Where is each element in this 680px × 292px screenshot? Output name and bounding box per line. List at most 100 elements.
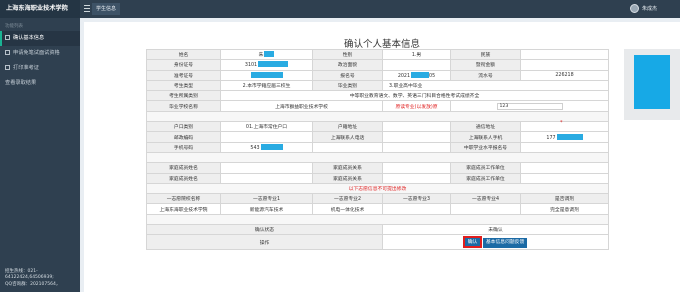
notice: 以下志愿信息不可提出修改 xyxy=(146,182,609,195)
table-row: 邮政编码 上海联系人电话 上海联系人手机 177 xyxy=(146,131,609,143)
table-row: 操作 确认 基本信息问题反馈 xyxy=(146,234,609,251)
mobile-label: 上海联系人手机 xyxy=(450,131,521,143)
cell-text: 543 xyxy=(250,145,260,151)
redaction-mask xyxy=(251,71,283,78)
vol-value: 机电一体化技术 xyxy=(312,203,383,215)
spacer-row xyxy=(146,151,609,164)
report-problem-button[interactable]: 基本信息问题反馈 xyxy=(482,237,528,248)
sidebar-item-label: 申请免笔试面试资格 xyxy=(13,50,60,56)
table-row: 毕业学校名称 上海市群益职业技术学校 原读专业(以发放)原 123 xyxy=(146,100,609,112)
vol-value: 新能源汽车技术 xyxy=(220,203,313,215)
political-label: 政治面貌 xyxy=(312,59,383,71)
name-text: 朱 xyxy=(258,53,264,59)
family2-unit-label: 家庭成员工作单位 xyxy=(450,172,521,184)
top-bar: 上海东海职业技术学院 学生信息 朱成杰 xyxy=(0,0,680,18)
points-label: 暨衔金额 xyxy=(450,59,521,71)
empty-cell xyxy=(382,141,451,153)
ethnic-value xyxy=(520,48,609,61)
reg-label: 报名号 xyxy=(312,69,383,81)
table-row xyxy=(146,151,609,164)
exam-type-value: 中等职业教育语文、数学、英语三门科目合格性考试成绩齐全 xyxy=(220,90,609,102)
name-label: 姓名 xyxy=(146,48,221,61)
mail-label: 通信地址 xyxy=(450,121,521,133)
postcode-label: 邮政编码 xyxy=(146,131,221,143)
page-title: 确认个人基本信息 xyxy=(343,39,420,50)
cell-label: 手机号码 xyxy=(146,141,221,153)
avatar[interactable] xyxy=(630,4,639,13)
document-icon xyxy=(5,50,10,55)
exam-value xyxy=(220,69,313,81)
reg-value: 2021 05 xyxy=(382,69,451,81)
family2-name-value xyxy=(220,172,313,184)
family1-name-label: 家庭成员姓名 xyxy=(146,162,221,174)
sidebar-item-print-ticket[interactable]: 打印准考证 xyxy=(0,61,80,76)
confirm-button[interactable]: 确认 xyxy=(462,235,483,248)
vol-header: 一志愿专业3 xyxy=(382,193,451,205)
id-text: 3101 xyxy=(244,63,258,69)
family2-rel-value xyxy=(382,172,451,184)
menu-toggle-icon[interactable] xyxy=(84,5,90,12)
photo-redaction xyxy=(634,55,670,109)
type-value: 2.本市学籍应届三校生 xyxy=(220,79,313,92)
user-name[interactable]: 朱成杰 xyxy=(642,0,657,18)
family2-rel-label: 家庭成员关系 xyxy=(312,172,383,184)
table-row: 考生类型 2.本市学籍应届三校生 毕业类别 3.职业高中毕业 xyxy=(146,79,609,92)
hukou-value: 01.上海市常住户口 xyxy=(220,121,313,133)
reg-text: 2021 xyxy=(397,73,411,79)
required-star: * xyxy=(560,120,563,126)
contact-line: QQ咨询群：202107564， xyxy=(5,281,61,287)
redaction-mask xyxy=(264,51,275,58)
exam-label: 准考证号 xyxy=(146,69,221,81)
action-label: 操作 xyxy=(146,234,383,251)
sidebar-item-admission-result[interactable]: 查看录取结果 xyxy=(0,76,80,91)
level-value xyxy=(520,141,609,153)
table-row: 姓名 朱 性别 1.男 民族 xyxy=(146,48,609,61)
vol-value: 完全是意调剂 xyxy=(520,203,609,215)
gender-label: 性别 xyxy=(312,48,383,61)
action-cell: 确认 基本信息问题反馈 xyxy=(382,234,609,251)
sidebar-item-exemption[interactable]: 申请免笔试面试资格 xyxy=(0,46,80,61)
postcode-value xyxy=(220,131,313,143)
table-row: 准考证号 报名号 2021 05 流水号 226218 xyxy=(146,69,609,81)
table-row: 一志愿院校名称 一志愿专业1 一志愿专业2 一志愿专业3 一志愿专业4 是否调剂 xyxy=(146,193,609,205)
table-row xyxy=(146,110,609,123)
points-value xyxy=(520,59,609,71)
major-input[interactable]: 123 xyxy=(496,102,563,110)
redaction-mask xyxy=(556,133,583,140)
table-row: 户口类别 01.上海市常住户口 户籍地址 通信地址 xyxy=(146,121,609,133)
name-value: 朱 xyxy=(220,48,313,61)
level-label: 中职学业水平报名号 xyxy=(450,141,521,153)
spacer-row xyxy=(146,110,609,123)
student-photo xyxy=(624,49,680,120)
vol-header: 一志愿院校名称 xyxy=(146,193,221,205)
phone-value xyxy=(382,131,451,143)
sidebar-item-confirm-info[interactable]: 确认基本信息 xyxy=(0,31,80,46)
major-label: 原读专业(以发放)原 xyxy=(382,100,451,112)
app-title: 上海东海职业技术学院 xyxy=(0,0,80,18)
tab-student-info[interactable]: 学生信息 xyxy=(92,3,121,15)
grad-type-label: 毕业类别 xyxy=(312,79,383,92)
confirm-status-value: 未确认 xyxy=(382,224,609,236)
info-table: 姓名 朱 性别 1.男 民族 身份证号 3101 政治面貌 暨衔金额 准考证号 … xyxy=(146,48,609,251)
table-row: 考生所属类别 中等职业教育语文、数学、英语三门科目合格性考试成绩齐全 xyxy=(146,90,609,102)
redaction-mask xyxy=(411,71,430,78)
id-value: 3101 xyxy=(220,59,313,71)
family1-rel-label: 家庭成员关系 xyxy=(312,162,383,174)
vol-value: 上海东海职业技术学院 xyxy=(146,203,221,215)
hukou-addr-label: 户籍地址 xyxy=(312,121,383,133)
cell-value: 543 xyxy=(220,141,313,153)
redaction-mask xyxy=(260,143,283,150)
mobile-text: 177 xyxy=(546,135,556,141)
sidebar-header: 功能列表 xyxy=(5,24,23,29)
political-value xyxy=(382,59,451,71)
main-content: 确认个人基本信息 姓名 朱 性别 1.男 民族 身份证号 3101 政治面貌 暨… xyxy=(84,22,680,292)
sidebar-item-label: 打印准考证 xyxy=(13,65,39,71)
spacer-row xyxy=(146,213,609,226)
reg-text-tail: 05 xyxy=(429,73,436,79)
gender-value: 1.男 xyxy=(382,48,451,61)
grad-type-value: 3.职业高中毕业 xyxy=(382,79,609,92)
mobile-value: 177 xyxy=(520,131,609,143)
serial-value: 226218 xyxy=(520,69,609,81)
school-label: 毕业学校名称 xyxy=(146,100,221,112)
table-row: 身份证号 3101 政治面貌 暨衔金额 xyxy=(146,59,609,71)
